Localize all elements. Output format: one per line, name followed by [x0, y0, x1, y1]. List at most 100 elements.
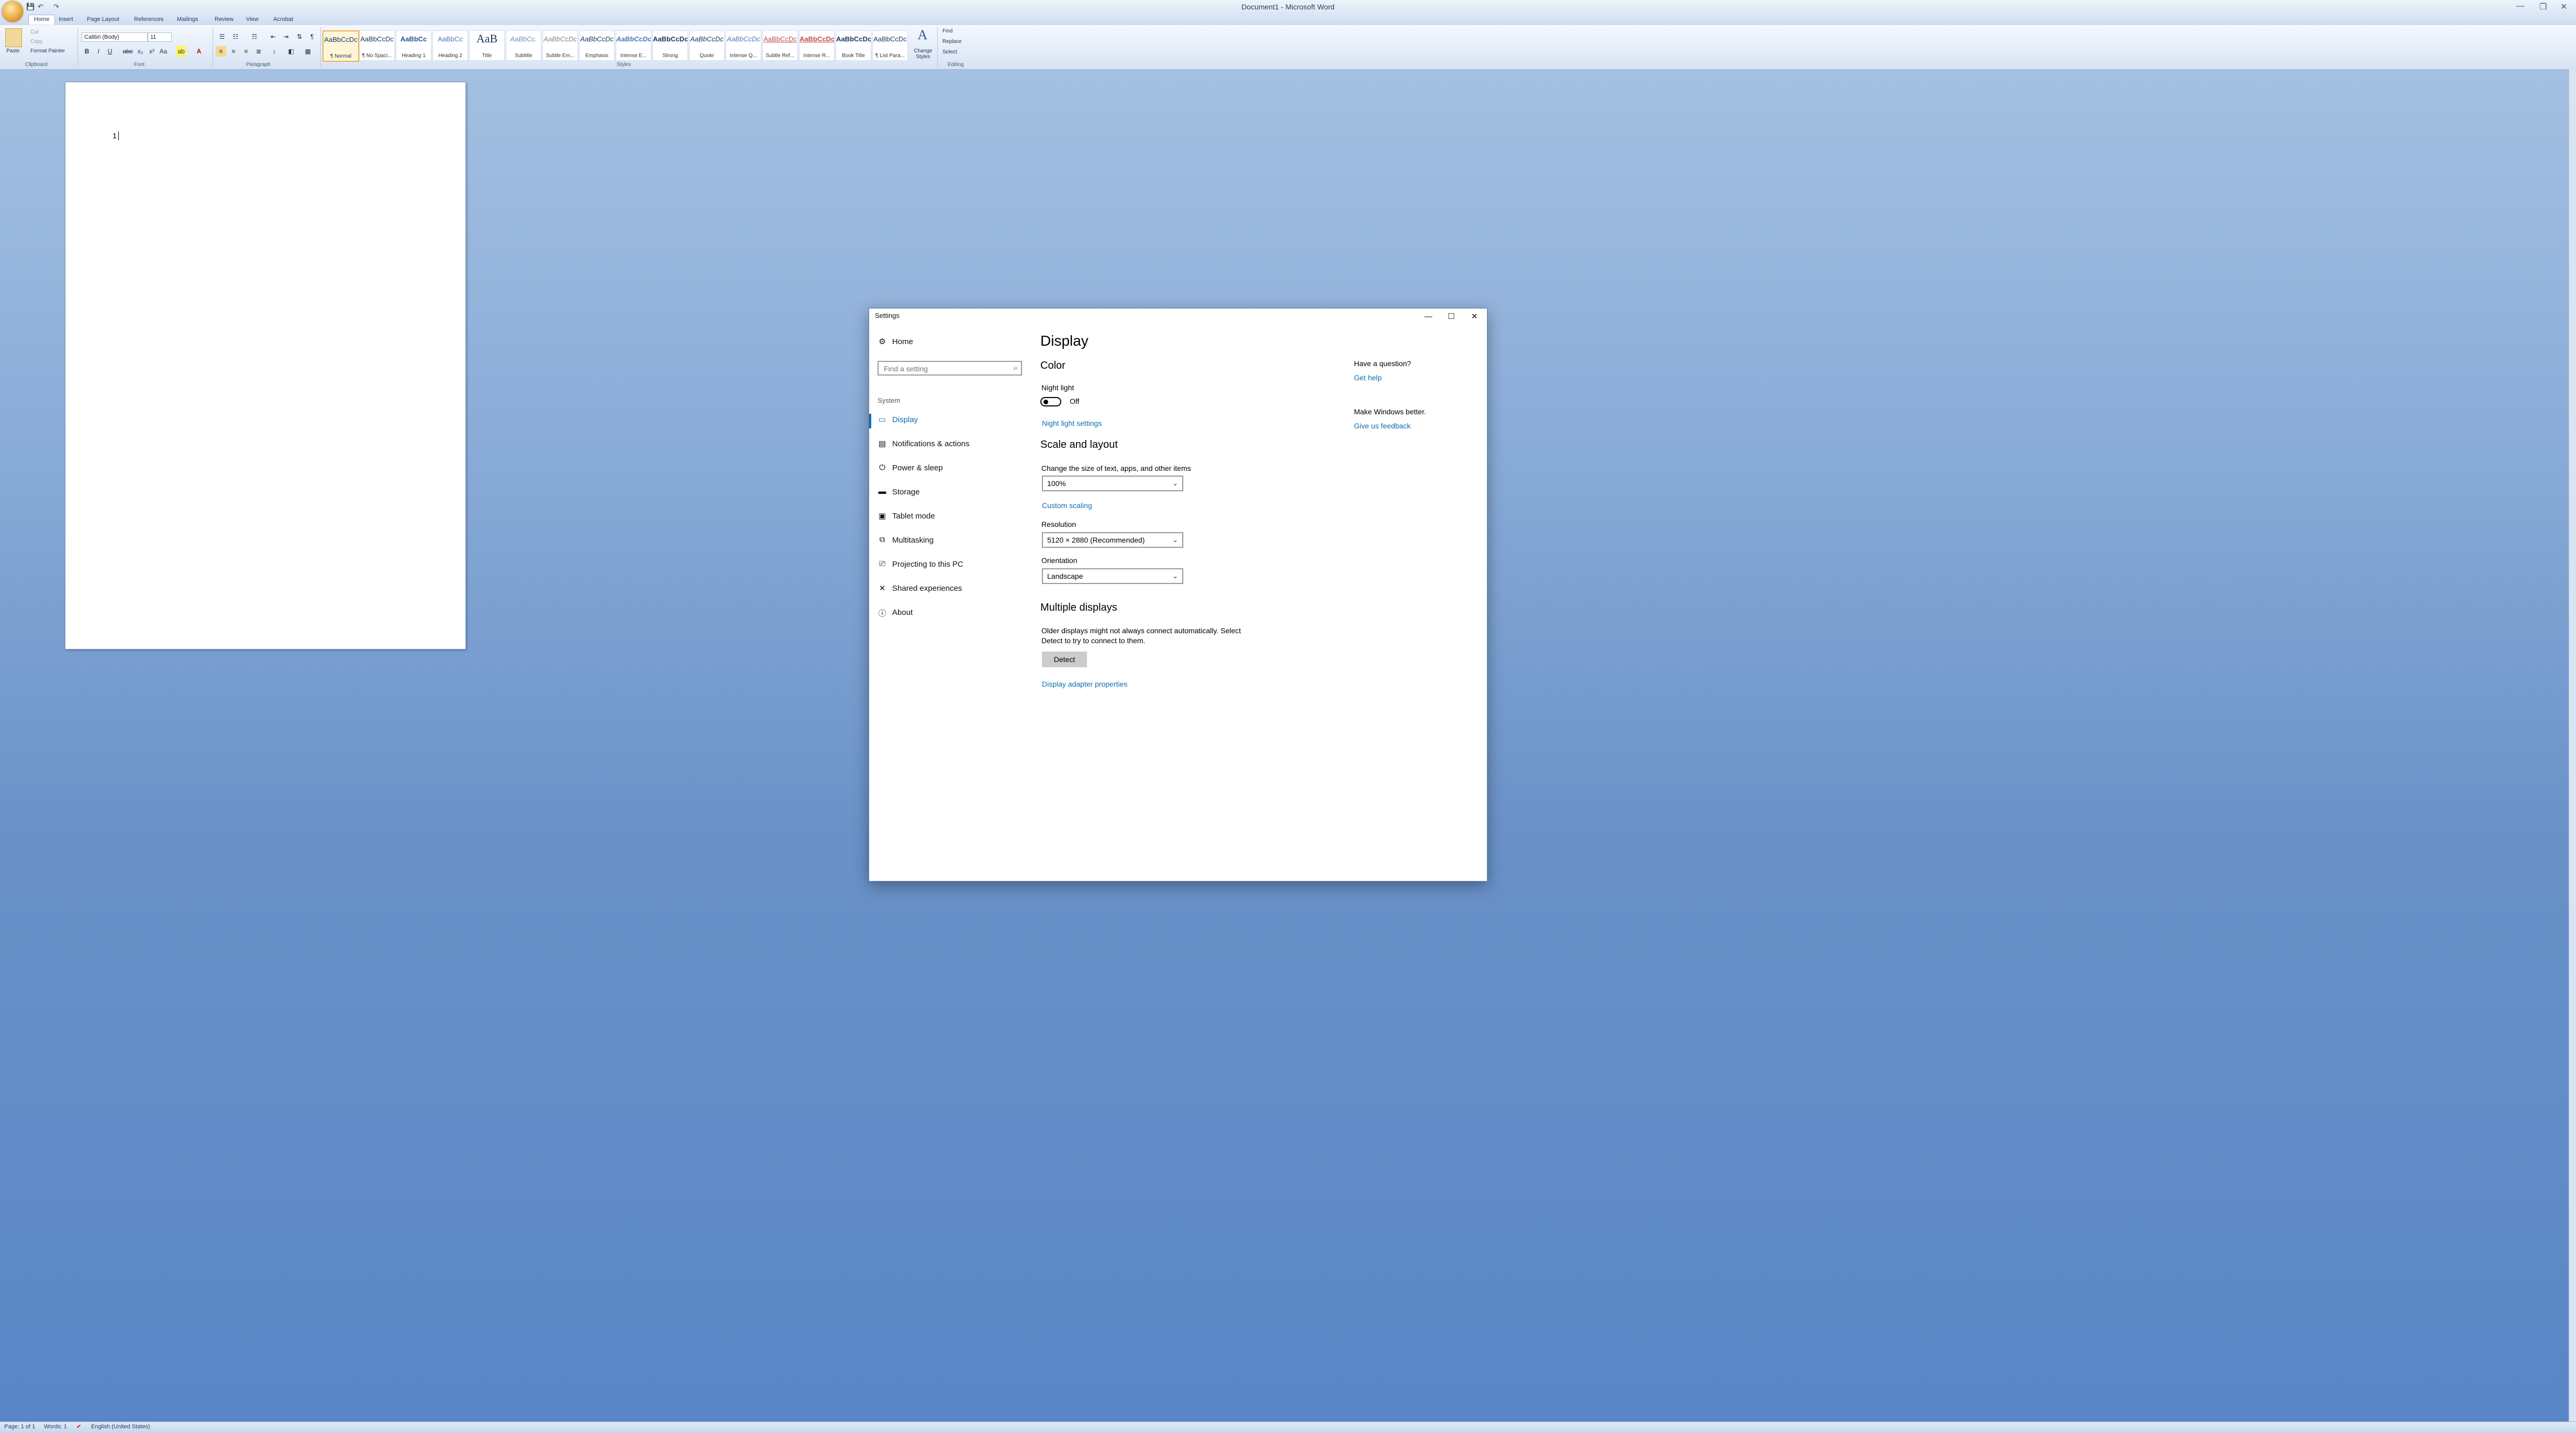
settings-close-button[interactable]: ✕ — [1463, 310, 1486, 324]
font-color-button[interactable]: A — [194, 46, 204, 57]
tab-review[interactable]: Review — [215, 16, 234, 23]
nav-item-display[interactable]: ▭ Display — [869, 411, 1021, 432]
tab-home[interactable]: Home — [28, 15, 55, 25]
style-subtle-reference[interactable]: AaBbCcDc Subtle Ref... — [762, 30, 798, 61]
resolution-dropdown[interactable]: 5120 × 2880 (Recommended) ⌄ — [1042, 532, 1183, 548]
change-case-button[interactable]: Aa — [158, 46, 169, 57]
proofing-icon[interactable]: ✔ — [76, 1423, 81, 1430]
strikethrough-button[interactable]: abc — [123, 46, 133, 57]
highlight-button[interactable]: ab — [176, 46, 186, 57]
style-heading-1[interactable]: AaBbCc Heading 1 — [396, 30, 431, 61]
nav-item-tablet-mode[interactable]: ▣ Tablet mode — [869, 507, 1021, 528]
search-input[interactable] — [883, 362, 1005, 375]
custom-scaling-link[interactable]: Custom scaling — [1042, 501, 1092, 510]
nav-item-about[interactable]: ⓘ About — [869, 603, 1021, 624]
nav-item-storage[interactable]: ▬ Storage — [869, 483, 1021, 504]
office-button[interactable] — [2, 1, 23, 22]
style-intense-emphasis[interactable]: AaBbCcDc Intense E... — [616, 30, 651, 61]
line-spacing-icon[interactable]: ↕ — [269, 46, 280, 57]
multiple-displays-text-1: Older displays might not always connect … — [1041, 626, 1241, 635]
align-left-icon[interactable]: ≡ — [216, 46, 226, 57]
paste-icon[interactable] — [5, 28, 22, 47]
format-painter-button[interactable]: Format Painter — [30, 48, 65, 54]
tab-mailings[interactable]: Mailings — [177, 16, 198, 23]
change-styles-button[interactable]: Change Styles — [911, 48, 935, 60]
info-icon: ⓘ — [878, 609, 886, 618]
style-strong[interactable]: AaBbCcDc Strong — [652, 30, 688, 61]
subscript-button[interactable]: x₂ — [135, 46, 146, 57]
search-icon[interactable]: ⌕ — [1014, 363, 1018, 372]
nav-home[interactable]: ⚙ Home — [869, 333, 1021, 354]
nav-item-multitasking[interactable]: ⧉ Multitasking — [869, 531, 1021, 552]
style-emphasis[interactable]: AaBbCcDc Emphasis — [579, 30, 615, 61]
settings-maximize-button[interactable]: ☐ — [1440, 310, 1463, 324]
borders-icon[interactable]: ▦ — [303, 46, 313, 57]
style-list-paragraph[interactable]: AaBbCcDc ¶ List Para... — [872, 30, 908, 61]
nav-item-projecting[interactable]: ⎚ Projecting to this PC — [869, 555, 1021, 576]
nav-item-shared-experiences[interactable]: ✕ Shared experiences — [869, 579, 1021, 600]
shading-icon[interactable]: ◧ — [286, 46, 296, 57]
settings-minimize-button[interactable]: — — [1417, 310, 1440, 324]
page-count[interactable]: Page: 1 of 1 — [4, 1424, 35, 1430]
style-subtitle[interactable]: AaBbCc. Subtitle — [506, 30, 541, 61]
vertical-scrollbar[interactable] — [2569, 69, 2576, 1421]
detect-button[interactable]: Detect — [1042, 652, 1087, 667]
italic-button[interactable]: I — [93, 46, 104, 57]
search-field[interactable]: ⌕ — [878, 361, 1022, 376]
tab-view[interactable]: View — [246, 16, 259, 23]
word-count[interactable]: Words: 1 — [44, 1424, 67, 1430]
copy-button[interactable]: Copy — [30, 39, 42, 45]
increase-indent-icon[interactable]: ⇥ — [281, 31, 291, 42]
style-intense-quote[interactable]: AaBbCcDc Intense Q... — [726, 30, 761, 61]
cut-button[interactable]: Cut — [30, 29, 39, 35]
projecting-icon: ⎚ — [879, 559, 885, 568]
nav-item-notifications[interactable]: ▤ Notifications & actions — [869, 435, 1021, 456]
change-styles-icon[interactable]: A — [914, 27, 931, 46]
language-status[interactable]: English (United States) — [91, 1424, 150, 1430]
numbering-icon[interactable]: ☷ — [230, 31, 241, 42]
scale-dropdown[interactable]: 100% ⌄ — [1042, 476, 1183, 491]
scale-label: Change the size of text, apps, and other… — [1041, 464, 1191, 472]
justify-icon[interactable]: ≣ — [253, 46, 264, 57]
align-center-icon[interactable]: ≡ — [228, 46, 239, 57]
tab-page-layout[interactable]: Page Layout — [87, 16, 119, 23]
select-button[interactable]: Select — [942, 49, 957, 55]
bullets-icon[interactable]: ☰ — [217, 31, 227, 42]
give-feedback-link[interactable]: Give us feedback — [1354, 422, 1411, 430]
close-button[interactable]: ✕ — [2560, 2, 2567, 12]
document-page[interactable]: 1 — [65, 82, 466, 649]
tab-insert[interactable]: Insert — [59, 16, 73, 23]
replace-button[interactable]: Replace — [942, 39, 962, 45]
font-size-box[interactable]: 11 — [148, 32, 172, 42]
align-right-icon[interactable]: ≡ — [241, 46, 251, 57]
style-normal[interactable]: AaBbCcDc ¶ Normal — [323, 30, 359, 62]
font-name-box[interactable]: Calibri (Body) — [82, 32, 148, 42]
night-light-settings-link[interactable]: Night light settings — [1042, 419, 1102, 427]
orientation-dropdown[interactable]: Landscape ⌄ — [1042, 568, 1183, 584]
paste-button[interactable]: Paste — [6, 48, 20, 54]
bold-button[interactable]: B — [82, 46, 92, 57]
style-heading-2[interactable]: AaBbCc Heading 2 — [432, 30, 468, 61]
style-no-spacing[interactable]: AaBbCcDc ¶ No Spaci... — [359, 30, 395, 61]
minimize-button[interactable]: — — [2516, 2, 2525, 11]
multilevel-list-icon[interactable]: ☶ — [249, 31, 260, 42]
style-intense-reference[interactable]: AaBbCcDc Intense R... — [799, 30, 835, 61]
tab-references[interactable]: References — [134, 16, 163, 23]
style-title[interactable]: AaB Title — [469, 30, 505, 61]
superscript-button[interactable]: x² — [147, 46, 157, 57]
tab-acrobat[interactable]: Acrobat — [273, 16, 293, 23]
resolution-label: Resolution — [1041, 520, 1076, 528]
sort-icon[interactable]: ⇅ — [294, 31, 305, 42]
maximize-button[interactable]: ❐ — [2539, 2, 2547, 12]
show-marks-icon[interactable]: ¶ — [307, 31, 317, 42]
nav-item-power-sleep[interactable]: ⏻ Power & sleep — [869, 459, 1021, 480]
decrease-indent-icon[interactable]: ⇤ — [268, 31, 279, 42]
get-help-link[interactable]: Get help — [1354, 373, 1382, 382]
display-adapter-link[interactable]: Display adapter properties — [1042, 680, 1127, 688]
style-quote[interactable]: AaBbCcDc Quote — [689, 30, 725, 61]
find-button[interactable]: Find — [942, 28, 952, 34]
style-subtle-emphasis[interactable]: AaBbCcDc Subtle Em... — [542, 30, 578, 61]
night-light-toggle[interactable] — [1040, 397, 1061, 406]
underline-button[interactable]: U — [105, 46, 115, 57]
style-book-title[interactable]: AaBbCcDc Book Title — [836, 30, 871, 61]
